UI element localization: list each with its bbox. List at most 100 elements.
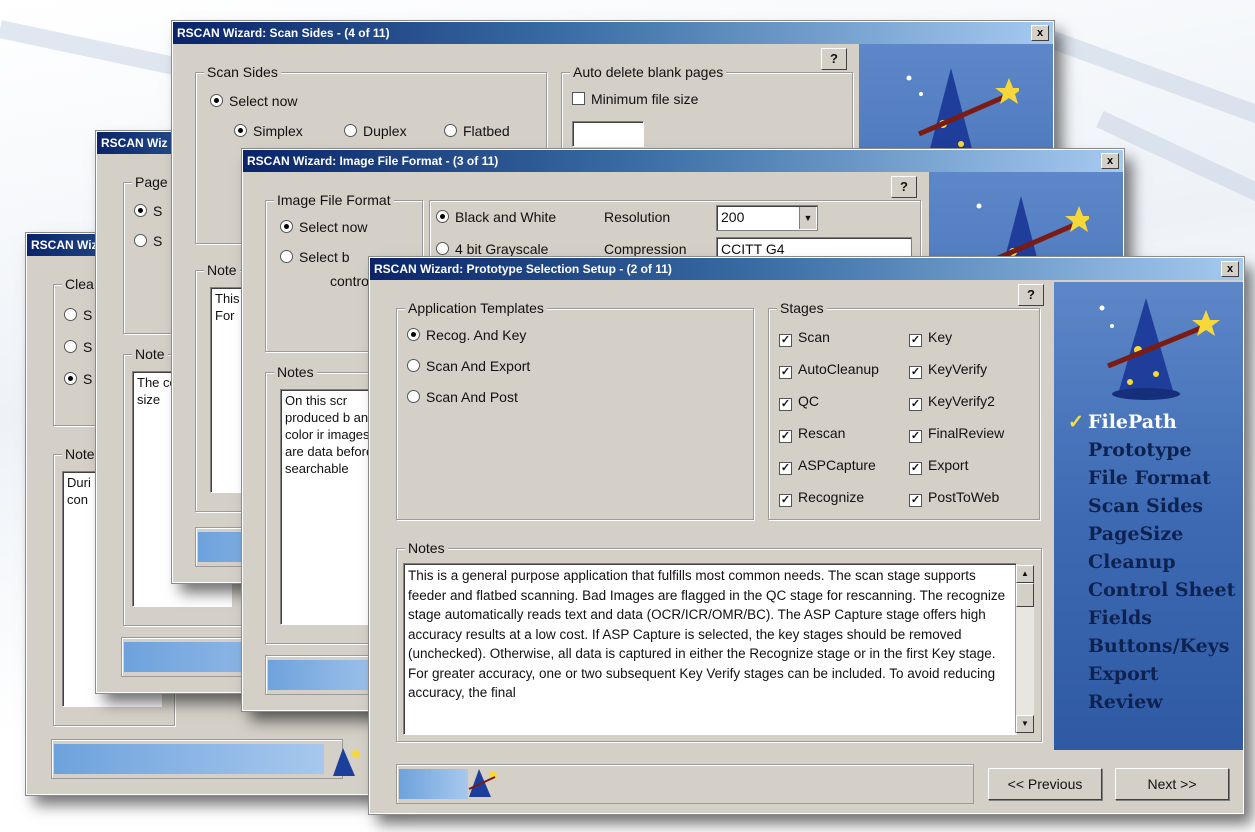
stage-label: Scan xyxy=(798,329,830,345)
stage-checkbox[interactable]: ✓ Recognize xyxy=(779,489,864,507)
window-title: RSCAN Wiz xyxy=(101,136,168,150)
stage-label: ASPCapture xyxy=(798,457,876,473)
grayscale-radio[interactable]: 4 bit Grayscale xyxy=(436,241,548,257)
select-by-radio[interactable]: Select b xyxy=(280,249,350,265)
next-button[interactable]: Next >> xyxy=(1115,768,1229,800)
stage-checkbox[interactable]: ✓ Key xyxy=(909,329,952,347)
wizard-steps-list: ✓ FilePath Prototype File Format Scan Sides P… xyxy=(1068,408,1235,716)
notes-scrollbar[interactable]: ▲ ▼ xyxy=(1015,565,1034,733)
stage-checkbox[interactable]: ✓ Export xyxy=(909,457,968,475)
close-button[interactable]: x xyxy=(1221,261,1239,277)
radio-icon xyxy=(280,220,293,233)
stage-checkbox[interactable]: ✓ KeyVerify2 xyxy=(909,393,995,411)
template-radio[interactable]: Scan And Export xyxy=(407,358,530,374)
flatbed-radio[interactable]: Flatbed xyxy=(444,123,510,139)
template-radio[interactable]: Recog. And Key xyxy=(407,327,526,343)
status-bar xyxy=(396,764,974,804)
radio-icon xyxy=(134,204,147,217)
radio-icon xyxy=(407,390,420,403)
radio-option[interactable]: S xyxy=(134,203,162,219)
resolution-select[interactable]: 200 ▼ xyxy=(716,205,818,231)
wizard-logo-icon xyxy=(468,769,497,797)
checkmark-icon: ✓ xyxy=(1068,411,1084,433)
scroll-up-icon[interactable]: ▲ xyxy=(1016,565,1034,583)
stage-checkbox[interactable]: ✓ PostToWeb xyxy=(909,489,999,507)
scroll-thumb[interactable] xyxy=(1016,583,1034,607)
min-file-size-input[interactable] xyxy=(572,121,644,147)
notes-label: Note xyxy=(62,446,98,462)
checkbox-checked-icon: ✓ xyxy=(779,334,792,347)
duplex-radio[interactable]: Duplex xyxy=(344,123,407,139)
window-title: RSCAN Wizard: Scan Sides - (4 of 11) xyxy=(177,26,390,40)
template-label: Scan And Export xyxy=(426,358,531,374)
wizard-sidebar: ✓ FilePath Prototype File Format Scan Sides P… xyxy=(1054,282,1243,750)
wizard-hat-icon xyxy=(1099,298,1220,400)
compression-value: CCITT G4 xyxy=(721,241,785,257)
checkbox-checked-icon: ✓ xyxy=(909,398,922,411)
group-label: Application Templates xyxy=(405,300,547,316)
wizard-step: Prototype xyxy=(1068,436,1235,464)
application-templates-group: Application Templates Recog. And Key Scan… xyxy=(396,300,754,520)
window-title: RSCAN Wizard: Image File Format - (3 of … xyxy=(247,154,499,168)
close-button[interactable]: x xyxy=(1031,25,1049,41)
notes-textbox[interactable]: This is a general purpose application th… xyxy=(403,563,1017,735)
stage-checkbox[interactable]: ✓ KeyVerify xyxy=(909,361,987,379)
radio-icon xyxy=(436,242,449,255)
radio-option[interactable]: S xyxy=(64,339,92,355)
wizard-step-label: Fields xyxy=(1088,607,1152,629)
checkbox-label: Minimum file size xyxy=(591,91,699,107)
scroll-down-icon[interactable]: ▼ xyxy=(1016,715,1034,733)
radio-icon xyxy=(436,210,449,223)
checkbox-checked-icon: ✓ xyxy=(779,366,792,379)
select-now-radio[interactable]: Select now xyxy=(280,219,367,235)
compression-label: Compression xyxy=(604,241,687,257)
progress-bar xyxy=(399,769,469,799)
stage-checkbox[interactable]: ✓ Scan xyxy=(779,329,830,347)
radio-icon xyxy=(407,359,420,372)
template-label: Scan And Post xyxy=(426,389,518,405)
wizard-step-label: Cleanup xyxy=(1088,551,1176,573)
checkbox-checked-icon: ✓ xyxy=(909,494,922,507)
prototype-selection-window: RSCAN Wizard: Prototype Selection Setup … xyxy=(368,256,1245,815)
window-title: RSCAN Wizard: Prototype Selection Setup … xyxy=(374,262,672,276)
notes-label: Notes xyxy=(405,540,448,556)
help-button[interactable]: ? xyxy=(821,48,847,70)
stage-checkbox[interactable]: ✓ AutoCleanup xyxy=(779,361,879,379)
radio-option[interactable]: S xyxy=(64,307,92,323)
select-now-radio[interactable]: Select now xyxy=(210,93,297,109)
previous-button[interactable]: << Previous xyxy=(988,768,1102,800)
radio-option[interactable]: S xyxy=(134,233,162,249)
background-stripe xyxy=(1046,30,1255,137)
close-button[interactable]: x xyxy=(1101,153,1119,169)
help-button[interactable]: ? xyxy=(891,176,917,198)
black-and-white-radio[interactable]: Black and White xyxy=(436,209,556,225)
checkbox-checked-icon: ✓ xyxy=(779,398,792,411)
simplex-radio[interactable]: Simplex xyxy=(234,123,303,139)
stage-checkbox[interactable]: ✓ QC xyxy=(779,393,819,411)
stage-label: KeyVerify2 xyxy=(928,393,995,409)
stage-label: QC xyxy=(798,393,819,409)
stage-checkbox[interactable]: ✓ Rescan xyxy=(779,425,845,443)
radio-icon xyxy=(210,94,223,107)
wizard-step: Export xyxy=(1068,660,1235,688)
checkbox-icon xyxy=(572,92,585,105)
group-label: Auto delete blank pages xyxy=(570,64,727,80)
min-file-size-checkbox[interactable]: Minimum file size xyxy=(572,91,698,107)
radio-icon xyxy=(280,250,293,263)
wizard-step-label: PageSize xyxy=(1088,523,1184,545)
radio-label: Simplex xyxy=(253,123,303,139)
wizard-step-label: Buttons/Keys xyxy=(1088,635,1230,657)
window-title: RSCAN Wiz xyxy=(31,238,98,252)
progress-bar xyxy=(54,744,324,774)
stage-checkbox[interactable]: ✓ FinalReview xyxy=(909,425,1004,443)
stage-checkbox[interactable]: ✓ ASPCapture xyxy=(779,457,876,475)
radio-option[interactable]: S xyxy=(64,371,92,387)
group-label: Stages xyxy=(777,300,827,316)
radio-label: Select now xyxy=(299,219,368,235)
radio-icon xyxy=(134,234,147,247)
wizard-step: Review xyxy=(1068,688,1235,716)
template-radio[interactable]: Scan And Post xyxy=(407,389,518,405)
help-button[interactable]: ? xyxy=(1018,284,1044,306)
group-label: Page xyxy=(132,174,171,190)
group-label: Clea xyxy=(62,276,97,292)
